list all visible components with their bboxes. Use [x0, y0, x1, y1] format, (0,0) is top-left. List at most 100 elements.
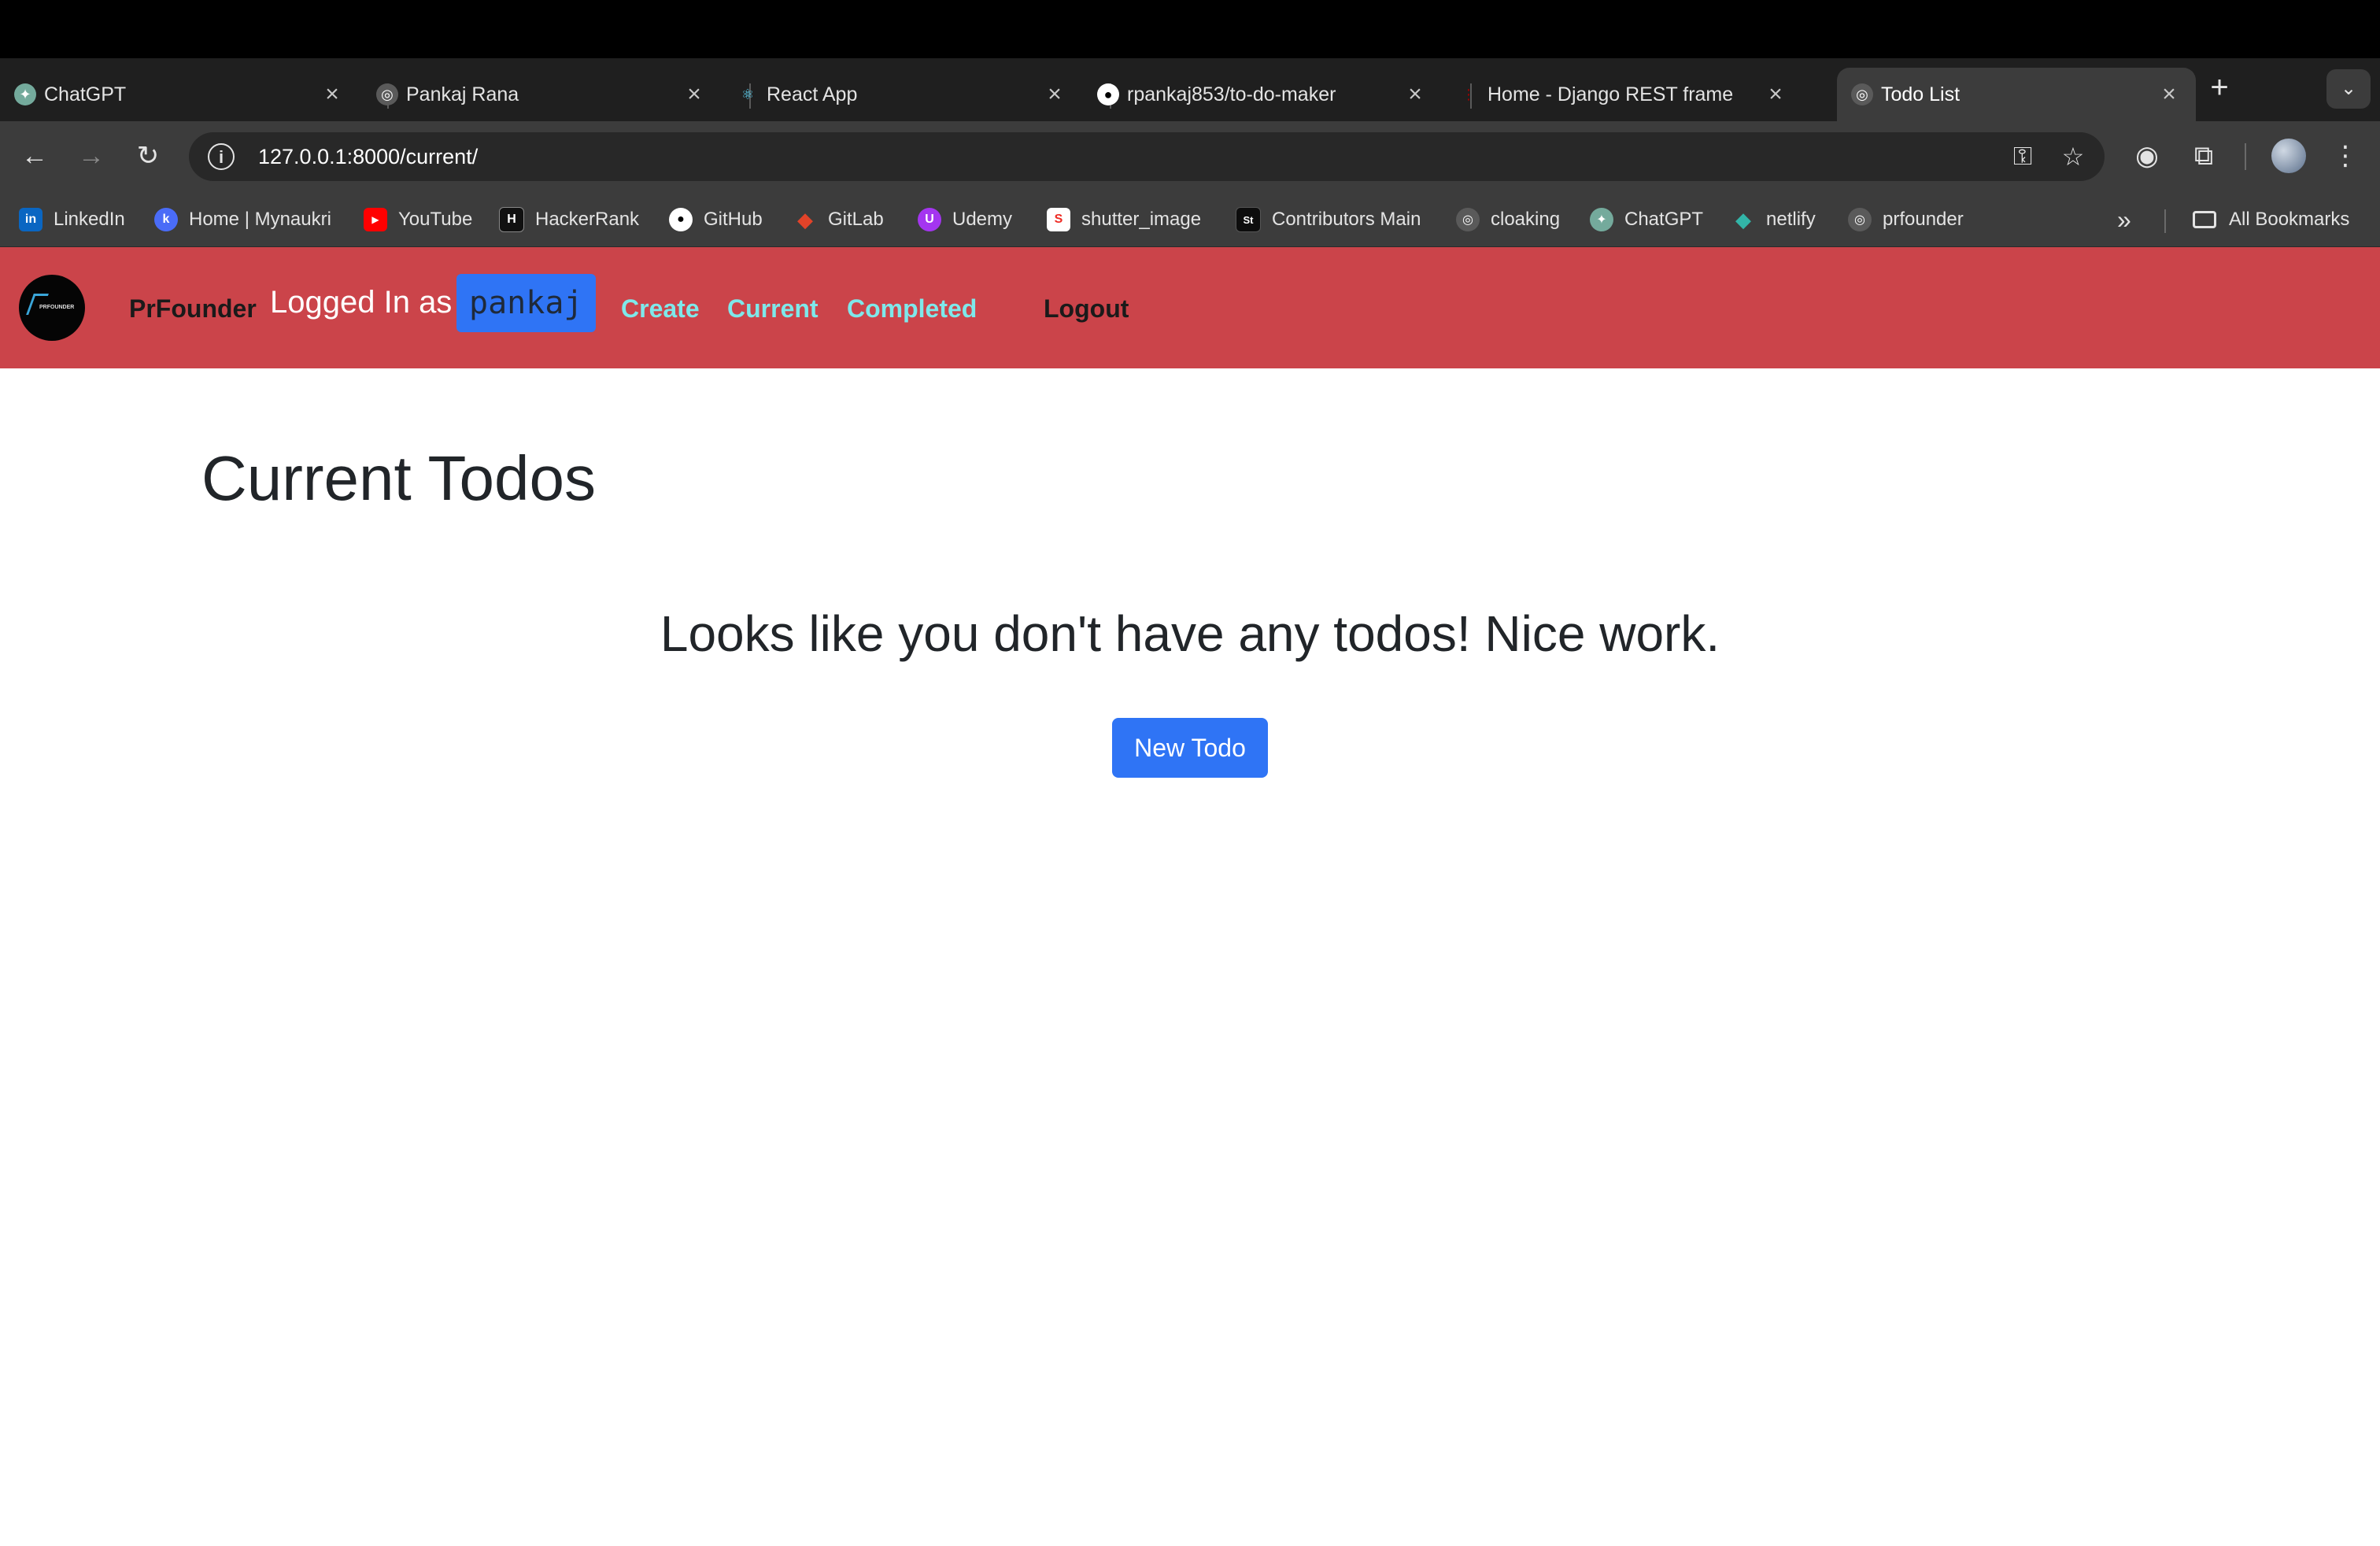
- empty-state-message: Looks like you don't have any todos! Nic…: [660, 605, 1720, 662]
- bookmark-contributors-main[interactable]: St Contributors Main: [1236, 205, 1421, 235]
- tab-search-chevron-icon[interactable]: ⌄: [2326, 69, 2371, 109]
- globe-icon: ◎: [376, 83, 398, 105]
- browser-toolbar: ← → ↻ i 127.0.0.1:8000/current/ ⚿ ☆ ◉ ⧉ …: [0, 121, 2380, 192]
- brand-name-link[interactable]: PrFounder: [129, 294, 257, 324]
- tab-title: Pankaj Rana: [406, 83, 519, 105]
- bookmark-gitlab[interactable]: ◆ GitLab: [793, 205, 884, 235]
- tab-github-repo[interactable]: ● rpankaj853/to-do-maker ×: [1083, 68, 1442, 121]
- logged-in-label: Logged In as: [270, 285, 453, 320]
- naukri-icon: k: [154, 208, 178, 231]
- globe-icon: ◎: [1848, 208, 1872, 231]
- bookmark-label: ChatGPT: [1624, 209, 1704, 230]
- chatgpt-icon: ✦: [1590, 208, 1613, 231]
- bookmarks-overflow-chevron-icon[interactable]: »: [2117, 205, 2131, 235]
- bookmarks-bar: in LinkedIn k Home | Mynaukri ▶ YouTube …: [0, 192, 2380, 247]
- close-icon[interactable]: ×: [2156, 83, 2182, 106]
- nav-link-create[interactable]: Create: [621, 294, 700, 324]
- bookmark-github[interactable]: ● GitHub: [669, 205, 763, 235]
- bookmark-mynaukri[interactable]: k Home | Mynaukri: [154, 205, 331, 235]
- bookmark-cloaking[interactable]: ◎ cloaking: [1456, 205, 1560, 235]
- shutterstock-icon: S: [1047, 208, 1070, 231]
- logo-text: PRFOUNDER: [39, 305, 75, 310]
- bookmark-label: cloaking: [1491, 209, 1561, 230]
- extensions-puzzle-icon[interactable]: ⧉: [2185, 137, 2223, 175]
- bookmark-label: Home | Mynaukri: [189, 209, 331, 230]
- url-text[interactable]: 127.0.0.1:8000/current/: [258, 145, 2004, 169]
- bookmark-label: prfounder: [1883, 209, 1964, 230]
- tab-title: Home - Django REST frame: [1488, 83, 1734, 105]
- bookmark-label: GitHub: [704, 209, 763, 230]
- menu-kebab-icon[interactable]: ⋮: [2326, 137, 2364, 175]
- bookmark-label: LinkedIn: [54, 209, 125, 230]
- close-icon[interactable]: ×: [1402, 83, 1428, 106]
- react-icon: ⚛: [741, 86, 755, 102]
- youtube-icon: ▶: [364, 208, 387, 231]
- site-navbar: PRFOUNDER PrFounder Logged In as pankaj …: [0, 247, 2380, 368]
- close-icon[interactable]: ×: [320, 83, 345, 106]
- tab-todo-list[interactable]: ◎ Todo List ×: [1837, 68, 2196, 121]
- tab-title: ChatGPT: [44, 83, 127, 105]
- django-icon: ⋮: [1462, 86, 1476, 102]
- bookmarks-divider: [2164, 209, 2166, 233]
- close-icon[interactable]: ×: [1763, 83, 1788, 106]
- bookmark-youtube[interactable]: ▶ YouTube: [364, 205, 472, 235]
- bookmark-netlify[interactable]: ◆ netlify: [1731, 205, 1816, 235]
- nav-link-completed[interactable]: Completed: [847, 294, 977, 324]
- bookmark-label: GitLab: [828, 209, 884, 230]
- folder-icon: [2193, 211, 2216, 228]
- bookmark-star-icon[interactable]: ☆: [2054, 142, 2092, 172]
- tab-react-app[interactable]: ⚛ React App ×: [722, 68, 1081, 121]
- bookmark-label: Udemy: [952, 209, 1013, 230]
- all-bookmarks-label: All Bookmarks: [2229, 209, 2350, 230]
- bookmark-hackerrank[interactable]: H HackerRank: [499, 205, 639, 235]
- globe-icon: ◎: [1851, 83, 1873, 105]
- nav-link-current[interactable]: Current: [727, 294, 819, 324]
- hackerrank-icon: H: [499, 207, 524, 232]
- gitlab-icon: ◆: [797, 207, 813, 231]
- page-title: Current Todos: [201, 443, 597, 513]
- linkedin-icon: in: [19, 208, 42, 231]
- address-bar[interactable]: i 127.0.0.1:8000/current/ ⚿ ☆: [189, 132, 2105, 181]
- globe-icon: ◎: [1456, 208, 1480, 231]
- tab-title: rpankaj853/to-do-maker: [1127, 83, 1336, 105]
- udemy-icon: U: [918, 208, 941, 231]
- new-tab-button[interactable]: +: [2201, 69, 2238, 107]
- bookmark-label: shutter_image: [1081, 209, 1202, 230]
- shutterstock-st-icon: St: [1236, 207, 1261, 232]
- chatgpt-icon: ✦: [14, 83, 36, 105]
- back-arrow-icon[interactable]: ←: [16, 137, 54, 175]
- bookmark-label: netlify: [1766, 209, 1816, 230]
- reload-icon[interactable]: ↻: [129, 137, 167, 175]
- all-bookmarks-button[interactable]: All Bookmarks: [2193, 205, 2349, 235]
- tab-chatgpt[interactable]: ✦ ChatGPT ×: [0, 68, 359, 121]
- bookmark-prfounder[interactable]: ◎ prfounder: [1848, 205, 1964, 235]
- tab-django-rest[interactable]: ⋮ Home - Django REST frame ×: [1443, 68, 1802, 121]
- screen-top-bar: [0, 0, 2380, 58]
- username-badge: pankaj: [456, 274, 596, 332]
- toolbar-divider: [2245, 143, 2246, 170]
- github-icon: ●: [669, 208, 693, 231]
- site-info-icon[interactable]: i: [208, 143, 235, 170]
- close-icon[interactable]: ×: [682, 83, 707, 106]
- extension-copilot-icon[interactable]: ◉: [2128, 137, 2166, 175]
- browser-tab-strip: ✦ ChatGPT × ◎ Pankaj Rana × ⚛ React App …: [0, 58, 2380, 121]
- bookmark-label: HackerRank: [535, 209, 640, 230]
- bookmark-linkedin[interactable]: in LinkedIn: [19, 205, 125, 235]
- tab-pankaj-rana[interactable]: ◎ Pankaj Rana ×: [362, 68, 721, 121]
- netlify-icon: ◆: [1735, 207, 1751, 231]
- new-todo-button[interactable]: New Todo: [1112, 718, 1268, 778]
- profile-avatar[interactable]: [2271, 139, 2306, 173]
- forward-arrow-icon[interactable]: →: [72, 137, 110, 175]
- bookmark-udemy[interactable]: U Udemy: [918, 205, 1012, 235]
- bookmark-label: Contributors Main: [1272, 209, 1421, 230]
- password-key-icon[interactable]: ⚿: [2004, 142, 2042, 172]
- brand-logo[interactable]: PRFOUNDER: [19, 275, 85, 341]
- logout-link[interactable]: Logout: [1044, 294, 1129, 324]
- tab-title: Todo List: [1881, 83, 1961, 105]
- close-icon[interactable]: ×: [1042, 83, 1067, 106]
- github-icon: ●: [1097, 83, 1119, 105]
- bookmark-shutter-image[interactable]: S shutter_image: [1047, 205, 1201, 235]
- tab-title: React App: [767, 83, 858, 105]
- bookmark-chatgpt[interactable]: ✦ ChatGPT: [1590, 205, 1703, 235]
- bookmark-label: YouTube: [398, 209, 473, 230]
